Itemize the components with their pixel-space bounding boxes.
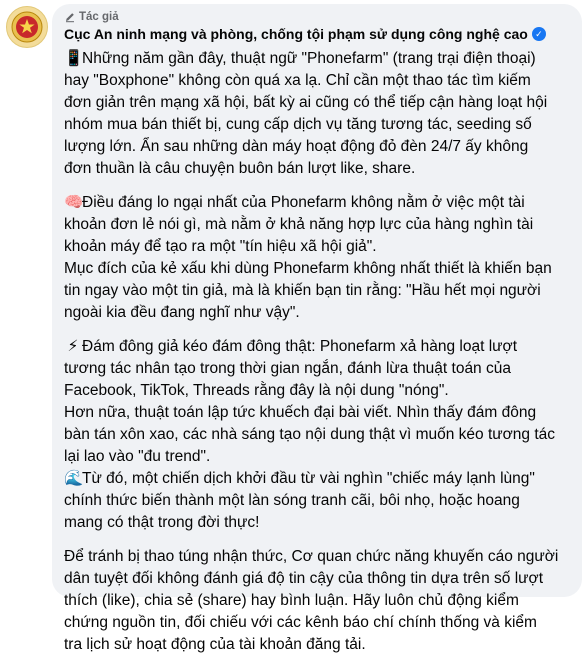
paragraph-text: Những năm gần đây, thuật ngữ "Phonefarm"… bbox=[64, 50, 548, 177]
paragraph-2: 🧠Điều đáng lo ngại nhất của Phonefarm kh… bbox=[64, 192, 574, 324]
paragraph-4: 🌊Từ đó, một chiến dịch khởi đầu từ vài n… bbox=[64, 468, 574, 534]
paragraph-text: Từ đó, một chiến dịch khởi đầu từ vài ng… bbox=[64, 470, 535, 531]
phone-emoji-icon: 📱 bbox=[64, 50, 84, 67]
verified-badge-icon: ✓ bbox=[531, 27, 546, 41]
author-badge-label: Tác giả bbox=[79, 11, 119, 23]
comment-bubble: Tác giả Cục An ninh mạng và phòng, chống… bbox=[52, 4, 582, 653]
paragraph-text: Điều đáng lo ngại nhất của Phonefarm khô… bbox=[64, 194, 552, 321]
wave-emoji-icon: 🌊 bbox=[64, 470, 84, 487]
paragraph-5: Để tránh bị thao túng nhận thức, Cơ quan… bbox=[64, 546, 574, 656]
author-avatar[interactable] bbox=[6, 6, 48, 48]
post-body: 📱Những năm gần đây, thuật ngữ "Phonefarm… bbox=[64, 48, 574, 656]
police-emblem-icon bbox=[11, 11, 43, 43]
lightning-emoji-icon: ⚡ bbox=[67, 338, 79, 355]
author-name-text[interactable]: Cục An ninh mạng và phòng, chống tội phạ… bbox=[64, 26, 528, 42]
paragraph-1: 📱Những năm gần đây, thuật ngữ "Phonefarm… bbox=[64, 48, 574, 180]
paragraph-text: Đám đông giả kéo đám đông thật: Phonefar… bbox=[64, 338, 556, 465]
paragraph-text: Để tránh bị thao túng nhận thức, Cơ quan… bbox=[64, 548, 559, 653]
pen-icon bbox=[66, 13, 74, 23]
paragraph-3: ⚡ Đám đông giả kéo đám đông thật: Phonefa… bbox=[64, 336, 574, 468]
author-name[interactable]: Cục An ninh mạng và phòng, chống tội phạ… bbox=[64, 26, 546, 42]
brain-emoji-icon: 🧠 bbox=[64, 194, 84, 211]
comment-post: Tác giả Cục An ninh mạng và phòng, chống… bbox=[0, 0, 588, 653]
author-badge: Tác giả bbox=[64, 11, 119, 23]
